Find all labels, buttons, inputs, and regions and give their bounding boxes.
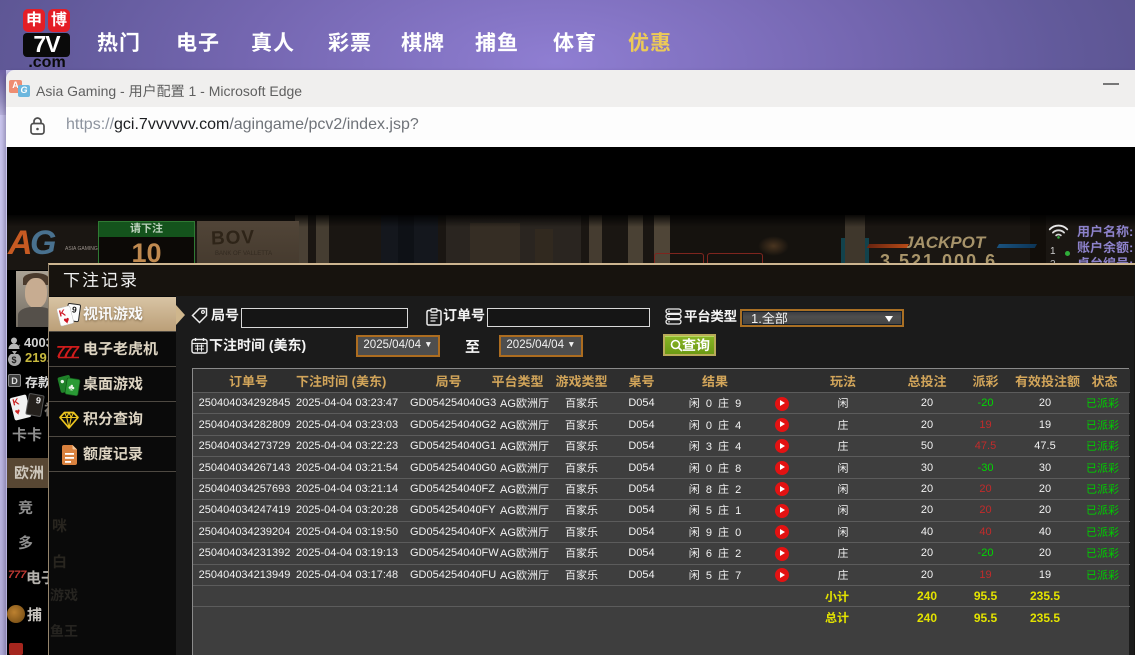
svg-text:7: 7 <box>70 344 80 361</box>
svg-text:$: $ <box>12 355 17 365</box>
